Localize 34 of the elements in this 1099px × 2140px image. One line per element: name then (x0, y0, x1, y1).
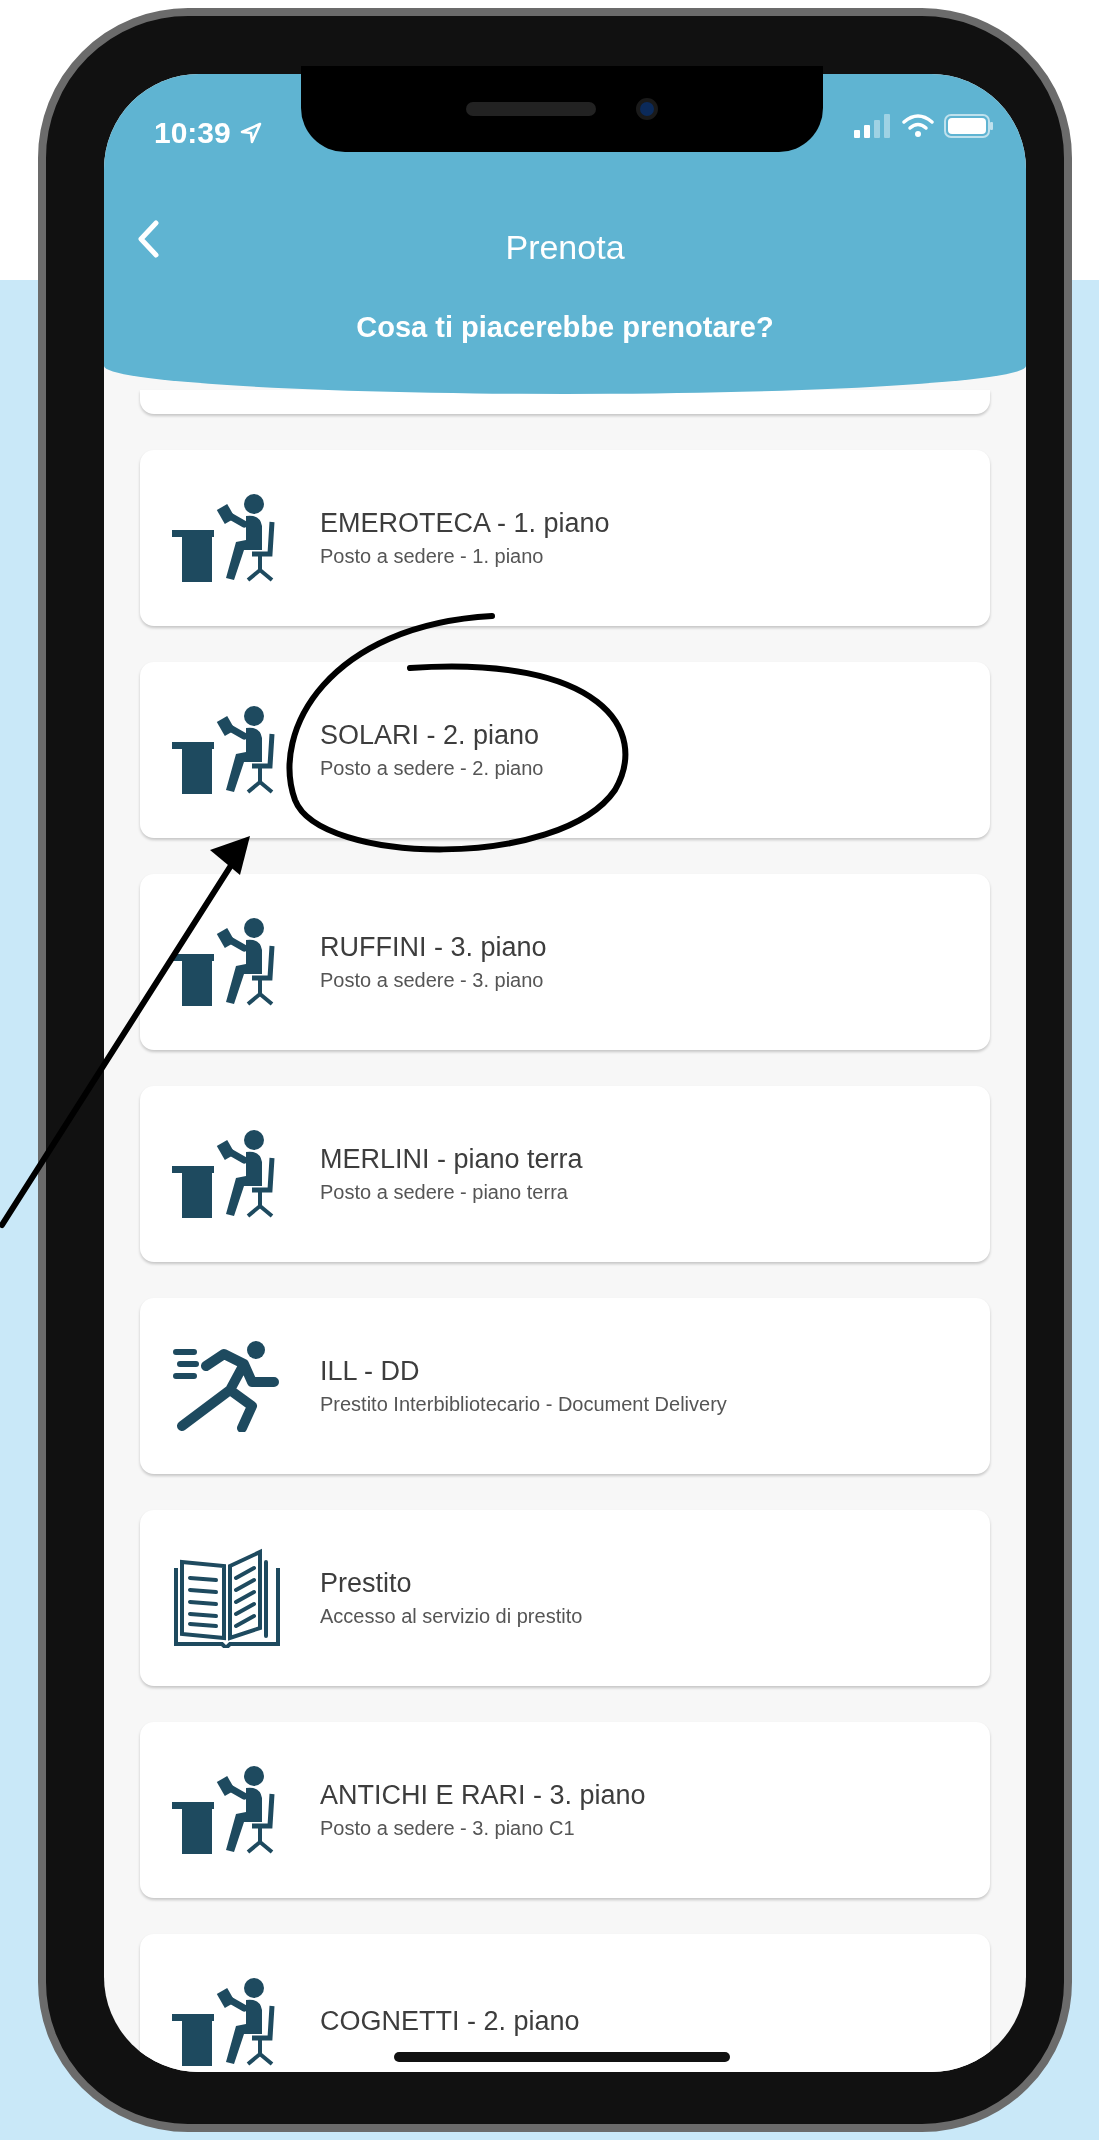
camera-lens (636, 98, 658, 120)
location-arrow-icon (238, 120, 263, 145)
screen-subtitle: Cosa ti piacerebbe prenotare? (355, 310, 775, 345)
card-subtitle: Accesso al servizio di prestito (320, 1604, 583, 1630)
list-card[interactable]: SOLARI - 2. piano Posto a sedere - 2. piano (140, 662, 990, 838)
card-subtitle: Posto a sedere - piano terra (320, 1180, 569, 1206)
card-title: MERLINI - piano terra (320, 1142, 583, 1176)
list-card[interactable]: RUFFINI - 3. piano Posto a sedere - 3. piano (140, 874, 990, 1050)
running-person-icon (172, 1340, 282, 1432)
battery-icon (944, 114, 994, 138)
card-subtitle: Posto a sedere - 2. piano (320, 756, 544, 782)
signal-icon (854, 114, 892, 138)
card-title: ILL - DD (320, 1354, 421, 1388)
back-chevron-icon (137, 220, 159, 258)
list-card[interactable]: Prestito Accesso al servizio di prestito (140, 1510, 990, 1686)
list-card[interactable]: ILL - DD Prestito Interbibliotecario - Document Delivery (140, 1298, 990, 1474)
card-title: RUFFINI - 3. piano (320, 930, 547, 964)
card-title: COGNETTI - 2. piano (320, 2005, 580, 2039)
card-subtitle: Posto a sedere - 3. piano C1 (320, 1816, 576, 1842)
card-title: SOLARI - 2. piano (320, 718, 541, 752)
status-time: 10:39 (154, 115, 231, 151)
card-subtitle: Posto a sedere - 3. piano (320, 968, 545, 994)
card-title: ANTICHI E RARI - 3. piano (320, 1778, 646, 1812)
card-subtitle: Posto a sedere - 1. piano (320, 544, 545, 570)
card-title: Prestito (320, 1566, 413, 1600)
card-subtitle: Prestito Interbibliotecario - Document Delivery (320, 1392, 727, 1418)
list-card[interactable]: EMEROTECA - 1. piano Posto a sedere - 1. piano (140, 450, 990, 626)
list-card[interactable]: MERLINI - piano terra Posto a sedere - piano terra (140, 1086, 990, 1262)
open-book-icon (172, 1548, 282, 1648)
list-card[interactable]: ANTICHI E RARI - 3. piano Posto a sedere - 3. piano C1 (140, 1722, 990, 1898)
screen-title: Prenota (504, 227, 626, 268)
card-title: EMEROTECA - 1. piano (320, 506, 610, 540)
wifi-icon (902, 114, 934, 138)
list-card[interactable]: COGNETTI - 2. piano (140, 1934, 990, 2072)
